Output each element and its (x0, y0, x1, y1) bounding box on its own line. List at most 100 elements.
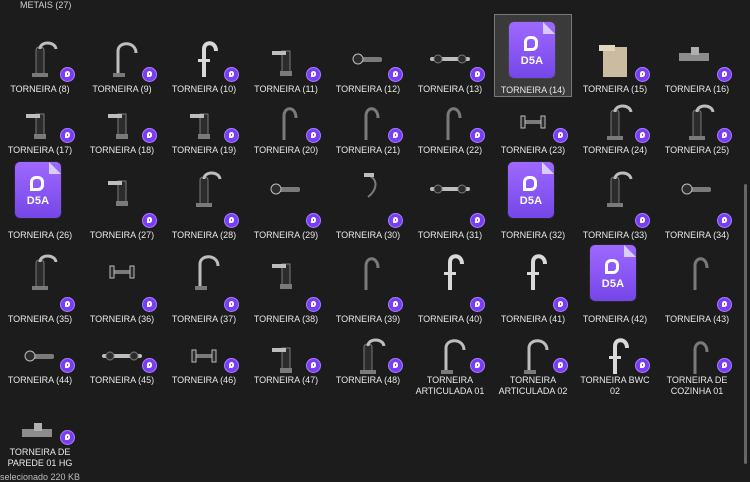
faucet-thumbnail-tall-icon (174, 169, 234, 209)
d5a-icon-text: D5A (601, 278, 625, 290)
faucet-thumbnail-shower-icon (338, 169, 398, 209)
d5-badge-icon (142, 358, 157, 373)
file-item[interactable]: TORNEIRA (20) (247, 98, 325, 171)
file-item[interactable]: TORNEIRA ARTICULADA 01 (411, 332, 489, 401)
file-item[interactable]: TORNEIRA (24) (576, 98, 654, 171)
file-item-label: TORNEIRA ARTICULADA 01 (415, 375, 485, 396)
faucet-thumbnail-curve-icon (338, 252, 398, 292)
file-item[interactable]: D5A TORNEIRA (14) (494, 14, 572, 97)
file-item[interactable]: D5A TORNEIRA (32) (494, 162, 572, 256)
file-item[interactable]: TORNEIRA (27) (83, 165, 161, 256)
file-item[interactable]: TORNEIRA DE COZINHA 01 (658, 332, 736, 401)
file-item-label: TORNEIRA BWC 02 (580, 375, 650, 396)
file-item[interactable]: TORNEIRA (18) (83, 98, 161, 171)
file-item-label: TORNEIRA ARTICULADA 02 (498, 375, 568, 396)
d5-badge-icon (142, 213, 157, 228)
d5-badge-icon (224, 297, 239, 312)
file-item-label: TORNEIRA (23) (500, 145, 566, 155)
file-item-label: TORNEIRA (26) (7, 230, 73, 240)
file-item-label: TORNEIRA (25) (664, 145, 730, 155)
file-item-label: TORNEIRA (36) (89, 314, 155, 324)
file-item-label: TORNEIRA (8) (10, 84, 70, 94)
d5-badge-icon (553, 297, 568, 312)
file-item[interactable]: TORNEIRA (33) (576, 165, 654, 256)
file-item-label: TORNEIRA (16) (664, 84, 730, 94)
file-item-label: TORNEIRA (28) (171, 230, 237, 240)
d5a-file-icon: D5A (590, 245, 636, 301)
file-item-label: TORNEIRA (24) (582, 145, 648, 155)
file-item[interactable]: TORNEIRA (19) (165, 98, 243, 171)
d5-badge-icon (224, 358, 239, 373)
faucet-thumbnail-lever-icon (92, 169, 152, 209)
file-item[interactable]: TORNEIRA (43) (658, 248, 736, 340)
d5-badge-icon (470, 358, 485, 373)
file-item-label: TORNEIRA (40) (417, 314, 483, 324)
file-item-label: TORNEIRA (31) (417, 230, 483, 240)
d5-badge-icon (635, 128, 650, 143)
d5a-file-icon: D5A (15, 162, 61, 218)
file-item[interactable]: TORNEIRA (34) (658, 165, 736, 256)
d5-badge-icon (306, 297, 321, 312)
file-item-label: TORNEIRA (22) (417, 145, 483, 155)
file-item[interactable]: TORNEIRA (30) (329, 165, 407, 256)
d5-badge-icon (388, 128, 403, 143)
file-item-label: TORNEIRA (21) (335, 145, 401, 155)
faucet-thumbnail-tall-icon (10, 252, 70, 292)
faucet-thumbnail-wall-icon (256, 169, 316, 209)
file-item[interactable]: TORNEIRA (23) (494, 98, 572, 171)
d5-logo-icon (523, 176, 537, 191)
file-item[interactable]: TORNEIRA (46) (165, 332, 243, 401)
file-item[interactable]: D5A TORNEIRA (42) (576, 245, 654, 340)
file-item[interactable]: TORNEIRA (48) (329, 332, 407, 401)
faucet-thumbnail-tall-icon (585, 169, 645, 209)
faucet-thumbnail-curve-icon (667, 252, 727, 292)
d5-badge-icon (224, 128, 239, 143)
file-item[interactable]: D5A TORNEIRA (26) (1, 162, 79, 256)
file-item[interactable]: TORNEIRA (41) (494, 248, 572, 340)
file-item[interactable]: TORNEIRA (29) (247, 165, 325, 256)
d5-badge-icon (142, 128, 157, 143)
faucet-thumbnail-arc-icon (174, 252, 234, 292)
d5-badge-icon (717, 128, 732, 143)
file-item[interactable]: TORNEIRA BWC 02 (576, 332, 654, 401)
file-item[interactable]: TORNEIRA ARTICULADA 02 (494, 332, 572, 401)
file-item-label: TORNEIRA (41) (500, 314, 566, 324)
file-item[interactable]: TORNEIRA (40) (411, 248, 489, 340)
d5-badge-icon (306, 358, 321, 373)
file-item-label: TORNEIRA (42) (582, 314, 648, 324)
file-item[interactable]: TORNEIRA (17) (1, 98, 79, 171)
file-item[interactable]: TORNEIRA (35) (1, 248, 79, 340)
d5-badge-icon (388, 67, 403, 82)
file-item[interactable]: TORNEIRA (22) (411, 98, 489, 171)
d5-badge-icon (224, 67, 239, 82)
file-item[interactable]: TORNEIRA (21) (329, 98, 407, 171)
d5-badge-icon (224, 213, 239, 228)
file-item[interactable]: TORNEIRA (45) (83, 332, 161, 401)
d5-badge-icon (470, 213, 485, 228)
file-item[interactable]: TORNEIRA (25) (658, 98, 736, 171)
file-item[interactable]: TORNEIRA (47) (247, 332, 325, 401)
file-item[interactable]: TORNEIRA (31) (411, 165, 489, 256)
d5-badge-icon (60, 67, 75, 82)
file-item-label: TORNEIRA (18) (89, 145, 155, 155)
file-item-label: TORNEIRA (48) (335, 375, 401, 385)
file-item[interactable]: TORNEIRA DE PAREDE 01 HG (1, 411, 79, 473)
d5-badge-icon (717, 67, 732, 82)
file-item-label: TORNEIRA (44) (7, 375, 73, 385)
file-item[interactable]: TORNEIRA (37) (165, 248, 243, 340)
d5-logo-icon (605, 259, 619, 274)
file-item-label: TORNEIRA (47) (253, 375, 319, 385)
d5-badge-icon (60, 128, 75, 143)
file-item[interactable]: TORNEIRA (44) (1, 332, 79, 401)
file-item[interactable]: TORNEIRA (39) (329, 248, 407, 340)
faucet-thumbnail-wall-icon (667, 169, 727, 209)
d5-badge-icon (388, 358, 403, 373)
file-item[interactable]: TORNEIRA (28) (165, 165, 243, 256)
file-item-label: TORNEIRA (9) (92, 84, 152, 94)
file-item[interactable]: TORNEIRA (36) (83, 248, 161, 340)
file-item-label: TORNEIRA (27) (89, 230, 155, 240)
d5-badge-icon (60, 430, 75, 445)
vertical-scrollbar[interactable] (744, 184, 747, 464)
file-item-label: TORNEIRA (30) (335, 230, 401, 240)
file-item[interactable]: TORNEIRA (38) (247, 248, 325, 340)
